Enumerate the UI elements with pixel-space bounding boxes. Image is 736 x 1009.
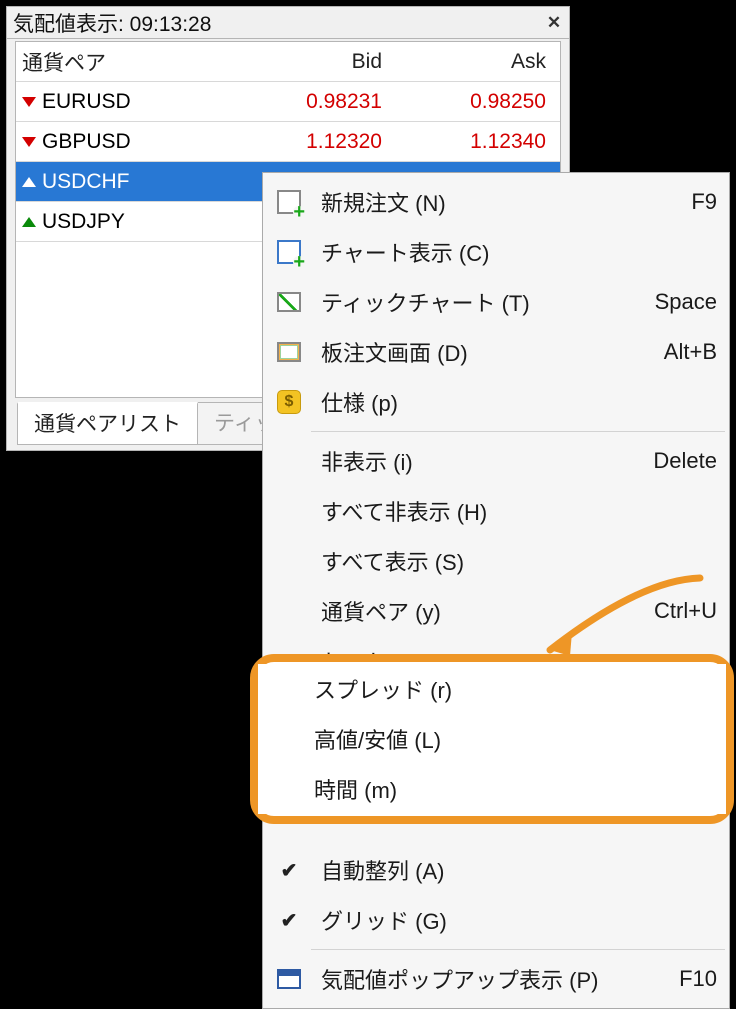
ask-value: 1.12340 (400, 130, 560, 154)
menu-show-all[interactable]: すべて表示 (S) (265, 536, 727, 586)
window-title: 気配値表示: 09:13:28 (13, 8, 545, 38)
menu-hide-all[interactable]: すべて非表示 (H) (265, 486, 727, 536)
arrow-down-icon (22, 97, 36, 107)
table-row[interactable]: EURUSD 0.98231 0.98250 (16, 82, 560, 122)
tick-icon (271, 284, 307, 320)
menu-separator (311, 690, 725, 691)
chart-icon (271, 234, 307, 270)
spec-icon: $ (271, 384, 307, 420)
bid-value: 1.12320 (236, 130, 400, 154)
popup-icon (271, 961, 307, 997)
table-row[interactable]: GBPUSD 1.12320 1.12340 (16, 122, 560, 162)
arrow-up-icon (22, 217, 36, 227)
menu-grid[interactable]: ✔ グリッド (G) (265, 895, 727, 945)
highlight-placeholder (265, 695, 727, 845)
menu-symbols[interactable]: 通貨ペア (y) Ctrl+U (265, 586, 727, 636)
menu-separator (311, 949, 725, 950)
table-header: 通貨ペア Bid Ask (16, 42, 560, 82)
dom-icon (271, 334, 307, 370)
menu-hide[interactable]: 非表示 (i) Delete (265, 436, 727, 486)
arrow-down-icon (22, 137, 36, 147)
symbol-label: USDCHF (42, 170, 130, 194)
header-symbol[interactable]: 通貨ペア (16, 47, 236, 77)
check-icon: ✔ (271, 852, 307, 888)
ask-value: 0.98250 (400, 90, 560, 114)
titlebar: 気配値表示: 09:13:28 ✕ (7, 7, 569, 39)
menu-new-order[interactable]: 新規注文 (N) F9 (265, 177, 727, 227)
symbol-label: GBPUSD (42, 130, 131, 154)
menu-separator (311, 431, 725, 432)
menu-specification[interactable]: $ 仕様 (p) (265, 377, 727, 427)
menu-auto-arrange[interactable]: ✔ 自動整列 (A) (265, 845, 727, 895)
submenu-arrow-icon (709, 655, 717, 667)
bid-value: 0.98231 (236, 90, 400, 114)
menu-tick-chart[interactable]: ティックチャート (T) Space (265, 277, 727, 327)
context-menu: 新規注文 (N) F9 チャート表示 (C) ティックチャート (T) Spac… (262, 172, 730, 1009)
menu-popup-prices[interactable]: 気配値ポップアップ表示 (P) F10 (265, 954, 727, 1004)
header-ask[interactable]: Ask (400, 50, 560, 74)
arrow-up-icon (22, 177, 36, 187)
close-icon[interactable]: ✕ (545, 14, 563, 32)
tab-bar: 通貨ペアリスト ティッ (17, 401, 293, 444)
tab-symbols[interactable]: 通貨ペアリスト (17, 402, 198, 445)
order-icon (271, 184, 307, 220)
header-bid[interactable]: Bid (236, 50, 400, 74)
symbol-label: USDJPY (42, 210, 125, 234)
menu-sets[interactable]: セット (265, 636, 727, 686)
menu-depth-of-market[interactable]: 板注文画面 (D) Alt+B (265, 327, 727, 377)
check-icon: ✔ (271, 902, 307, 938)
symbol-label: EURUSD (42, 90, 131, 114)
menu-chart-window[interactable]: チャート表示 (C) (265, 227, 727, 277)
